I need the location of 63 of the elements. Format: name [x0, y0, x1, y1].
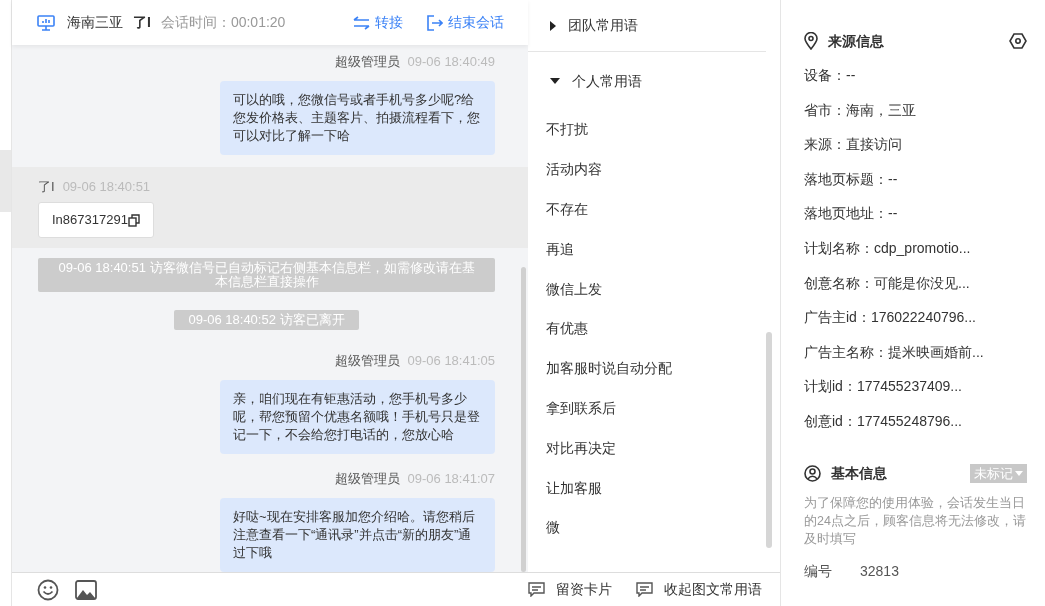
- visitor-name: 了I: [133, 13, 151, 32]
- scrollbar[interactable]: [521, 267, 526, 572]
- info-field: 落地页标题：--: [804, 161, 1027, 197]
- caret-down-icon: [550, 78, 560, 84]
- phrase-item[interactable]: 微信上发: [546, 269, 780, 309]
- scrollbar[interactable]: [766, 332, 772, 548]
- timestamp: 09-06 18:41:05: [407, 352, 495, 370]
- phrase-item[interactable]: 让加客服: [546, 468, 780, 508]
- message-bubble: 好哒~现在安排客服加您介绍哈。请您稍后注意查看一下“通讯录”并点击“新的朋友”通过下哦: [220, 498, 495, 572]
- comment-icon: [636, 582, 653, 597]
- transfer-icon: [353, 15, 370, 30]
- info-field: 省市：海南，三亚: [804, 92, 1027, 128]
- sender-name: 超级管理员: [334, 53, 400, 71]
- timestamp: 09-06 18:41:07: [407, 470, 495, 488]
- timestamp: 09-06 18:40:49: [407, 53, 495, 71]
- notice-text: 为了保障您的使用体验，会话发生当日的24点之后，顾客信息将无法修改，请及时填写: [804, 494, 1027, 548]
- field-value: 32813: [860, 562, 899, 582]
- section-title: 基本信息: [831, 464, 887, 484]
- user-circle-icon: [804, 465, 821, 483]
- caret-right-icon: [550, 20, 556, 31]
- sender-name: 超级管理员: [334, 470, 400, 488]
- info-field: 创意名称：可能是你没见...: [804, 265, 1027, 301]
- copy-icon[interactable]: [127, 213, 140, 227]
- session-time: 会话时间：00:01:20: [160, 13, 286, 32]
- phrase-item[interactable]: 对比再决定: [546, 428, 780, 469]
- info-field: 设备：--: [804, 58, 1027, 93]
- info-field: 广告主id：176022240796...: [804, 300, 1027, 335]
- message-bubble: In867317291: [38, 202, 154, 238]
- toolbar-button[interactable]: 留资卡片: [528, 579, 612, 600]
- transfer-button[interactable]: 转接: [353, 12, 403, 33]
- phrase-group-header[interactable]: 个人常用语: [528, 52, 780, 110]
- phrase-item[interactable]: 活动内容: [546, 149, 780, 190]
- phrase-item[interactable]: 有优惠: [546, 309, 780, 349]
- exit-icon: [427, 14, 443, 31]
- phrase-group-header[interactable]: 团队常用语: [528, 0, 766, 52]
- info-field: 创意id：177455248796...: [804, 403, 1027, 439]
- phrase-item[interactable]: 加客服时说自动分配: [546, 348, 780, 389]
- toolbar-button[interactable]: 收起图文常用语: [636, 579, 762, 600]
- info-field: 计划名称：cdp_promotio...: [804, 230, 1027, 266]
- phrase-item[interactable]: 拿到联系后: [546, 388, 780, 429]
- phrase-item[interactable]: 不存在: [546, 189, 780, 230]
- end-session-button[interactable]: 结束会话: [427, 12, 504, 33]
- emoji-icon[interactable]: [37, 578, 59, 601]
- phrase-item[interactable]: 微: [546, 507, 780, 548]
- field-label: 编号: [804, 562, 833, 582]
- info-field: 计划id：177455237409...: [804, 369, 1027, 404]
- comment-icon: [528, 582, 545, 597]
- sender-name: 了I: [38, 178, 55, 196]
- message-bubble: 亲，咱们现在有钜惠活动，您手机号多少呢，帮您预留个优惠名额哦！手机号只是登记一下，不会给您打电话的，您放心哈: [220, 380, 495, 454]
- image-icon[interactable]: [75, 579, 97, 600]
- settings-icon[interactable]: [1009, 33, 1027, 49]
- phrase-item[interactable]: 不打扰: [546, 110, 780, 150]
- visitor-location: 海南三亚: [67, 13, 123, 32]
- info-field: 落地页地址：--: [804, 196, 1027, 231]
- message-bubble: 可以的哦，您微信号或者手机号多少呢?给您发价格表、主题客片、拍摄流程看下，您可以对比了解一下哈: [220, 81, 495, 155]
- sender-name: 超级管理员: [334, 352, 400, 370]
- section-title: 来源信息: [828, 31, 884, 51]
- location-pin-icon: [804, 32, 818, 50]
- info-field: 广告主名称：提米映画婚前...: [804, 334, 1027, 370]
- info-field: 来源：直接访问: [804, 127, 1027, 162]
- caret-down-icon: [1015, 471, 1023, 477]
- phrase-item[interactable]: 再追: [546, 229, 780, 270]
- monitor-icon: [37, 14, 55, 31]
